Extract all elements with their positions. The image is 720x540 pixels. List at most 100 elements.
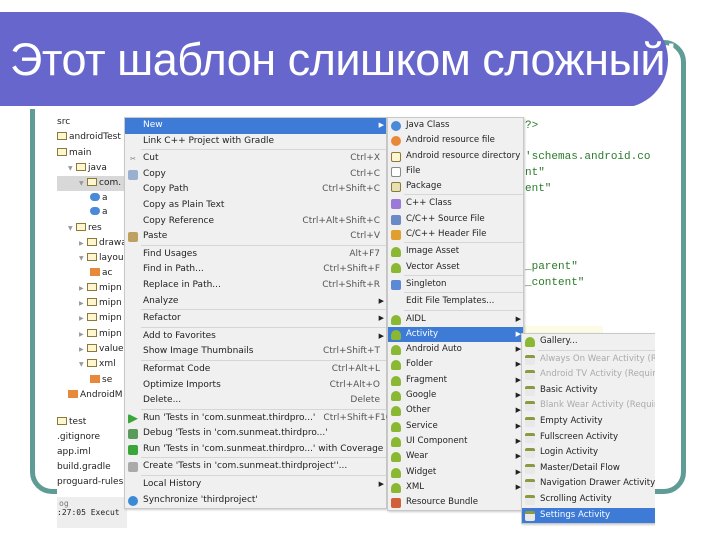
- tree-item[interactable]: ▶ mipn: [57, 281, 127, 296]
- menu-item-ui-component[interactable]: UI Component ▶: [388, 434, 523, 449]
- expand-right-icon[interactable]: ▶: [79, 236, 87, 251]
- menu-item-service[interactable]: Service ▶: [388, 419, 523, 434]
- menu-item-copy-as-plain-text[interactable]: Copy as Plain Text: [125, 198, 386, 214]
- menu-item-navigation-drawer-activity[interactable]: Navigation Drawer Activity: [522, 476, 655, 492]
- menu-item-copy[interactable]: Copy Ctrl+C: [125, 167, 386, 183]
- menu-item-file[interactable]: File: [388, 164, 523, 179]
- menu-item-package[interactable]: Package: [388, 179, 523, 194]
- menu-item-widget[interactable]: Widget ▶: [388, 465, 523, 480]
- tree-item[interactable]: ▼ java: [57, 161, 127, 176]
- tree-item[interactable]: src: [57, 115, 127, 130]
- menu-item-scrolling-activity[interactable]: Scrolling Activity: [522, 492, 655, 508]
- menu-item-basic-activity[interactable]: Basic Activity: [522, 383, 655, 399]
- menu-item-delete[interactable]: Delete... Delete: [125, 393, 386, 409]
- tree-item[interactable]: test: [57, 415, 127, 430]
- menu-item-add-to-favorites[interactable]: Add to Favorites ▶: [125, 329, 386, 345]
- tree-item[interactable]: ac: [57, 266, 127, 281]
- menu-item-debug-tests-in-com-sunmeat-thirdpro[interactable]: Debug 'Tests in 'com.sunmeat.thirdpro...…: [125, 426, 386, 442]
- tree-item[interactable]: a: [57, 205, 127, 220]
- tree-item[interactable]: ▼ xml: [57, 357, 127, 372]
- expand-down-icon[interactable]: ▼: [79, 176, 87, 191]
- menu-item-folder[interactable]: Folder ▶: [388, 357, 523, 372]
- menu-item-replace-in-path[interactable]: Replace in Path... Ctrl+Shift+R: [125, 278, 386, 294]
- tree-item[interactable]: proguard-rules.p: [57, 475, 132, 490]
- menu-item-synchronize-thirdproject[interactable]: Synchronize 'thirdproject': [125, 493, 386, 509]
- menu-item-java-class[interactable]: Java Class: [388, 118, 523, 133]
- expand-right-icon[interactable]: ▶: [79, 281, 87, 296]
- menu-item-activity[interactable]: Activity ▶: [388, 326, 523, 343]
- tree-item[interactable]: ▶ drawa: [57, 236, 127, 251]
- menu-item-show-image-thumbnails[interactable]: Show Image Thumbnails Ctrl+Shift+T: [125, 344, 386, 360]
- tree-item[interactable]: .gitignore: [57, 430, 127, 445]
- expand-down-icon[interactable]: ▼: [79, 357, 87, 372]
- menu-item-fragment[interactable]: Fragment ▶: [388, 373, 523, 388]
- menu-item-google[interactable]: Google ▶: [388, 388, 523, 403]
- menu-item-image-asset[interactable]: Image Asset: [388, 244, 523, 259]
- code-editor[interactable]: ?> 'schemas.android.co nt" ent" _parent" _con…: [523, 112, 655, 334]
- menu-item-android-tv-activity-requires[interactable]: Android TV Activity (Requires: [522, 367, 655, 383]
- menu-item-find-in-path[interactable]: Find in Path... Ctrl+Shift+F: [125, 262, 386, 278]
- menu-item-run-tests-in-com-sunmeat-thirdpro-with-coverage[interactable]: Run 'Tests in 'com.sunmeat.thirdpro...' …: [125, 442, 386, 458]
- menu-item-link-c-project-with-gradle[interactable]: Link C++ Project with Gradle: [125, 134, 386, 150]
- menu-item-android-resource-file[interactable]: Android resource file: [388, 133, 523, 148]
- expand-right-icon[interactable]: ▶: [79, 296, 87, 311]
- menu-item-resource-bundle[interactable]: Resource Bundle: [388, 495, 523, 510]
- menu-item-reformat-code[interactable]: Reformat Code Ctrl+Alt+L: [125, 362, 386, 378]
- menu-item-vector-asset[interactable]: Vector Asset: [388, 260, 523, 275]
- menu-item-login-activity[interactable]: Login Activity: [522, 445, 655, 461]
- menu-item-android-auto[interactable]: Android Auto ▶: [388, 342, 523, 357]
- menu-item-optimize-imports[interactable]: Optimize Imports Ctrl+Alt+O: [125, 378, 386, 394]
- menu-item-xml[interactable]: XML ▶: [388, 480, 523, 495]
- menu-item-settings-activity[interactable]: Settings Activity: [522, 507, 655, 524]
- menu-item-find-usages[interactable]: Find Usages Alt+F7: [125, 247, 386, 263]
- tree-item[interactable]: ▶ value: [57, 342, 127, 357]
- menu-item-local-history[interactable]: Local History ▶: [125, 477, 386, 493]
- menu-item-c-class[interactable]: C++ Class: [388, 196, 523, 211]
- menu-item-gallery[interactable]: Gallery...: [522, 334, 655, 350]
- menu-item-other[interactable]: Other ▶: [388, 403, 523, 418]
- tree-item[interactable]: androidTest: [57, 130, 127, 145]
- tree-item[interactable]: AndroidM: [57, 388, 127, 403]
- expand-down-icon[interactable]: ▼: [68, 221, 76, 236]
- tree-item[interactable]: ▼ res: [57, 221, 127, 236]
- tree-item[interactable]: ▶ mipn: [57, 327, 127, 342]
- menu-item-fullscreen-activity[interactable]: Fullscreen Activity: [522, 430, 655, 446]
- menu-item-singleton[interactable]: Singleton: [388, 277, 523, 292]
- menu-item-create-tests-in-com-sunmeat-thirdproject[interactable]: Create 'Tests in 'com.sunmeat.thirdproje…: [125, 459, 386, 475]
- package-icon: [391, 182, 401, 193]
- menu-item-label: Service: [406, 420, 438, 431]
- tree-item[interactable]: app.iml: [57, 445, 127, 460]
- menu-item-c-c-source-file[interactable]: C/C++ Source File: [388, 212, 523, 227]
- expand-down-icon[interactable]: ▼: [68, 161, 76, 176]
- menu-item-run-tests-in-com-sunmeat-thirdpro[interactable]: Run 'Tests in 'com.sunmeat.thirdpro...' C…: [125, 411, 392, 427]
- menu-item-analyze[interactable]: Analyze ▶: [125, 294, 386, 310]
- tree-item[interactable]: ▶ mipn: [57, 311, 127, 326]
- expand-down-icon[interactable]: ▼: [79, 251, 87, 266]
- menu-item-paste[interactable]: Paste Ctrl+V: [125, 229, 386, 245]
- menu-item-c-c-header-file[interactable]: C/C++ Header File: [388, 227, 523, 242]
- menu-item-label: Android TV Activity (Requires: [540, 369, 655, 380]
- menu-item-new[interactable]: New ▶: [125, 118, 386, 134]
- tree-item[interactable]: ▼ com.: [57, 176, 127, 191]
- menu-item-master-detail-flow[interactable]: Master/Detail Flow: [522, 461, 655, 477]
- menu-item-android-resource-directory[interactable]: Android resource directory: [388, 149, 523, 164]
- menu-item-refactor[interactable]: Refactor ▶: [125, 311, 386, 327]
- menu-item-wear[interactable]: Wear ▶: [388, 449, 523, 464]
- expand-right-icon[interactable]: ▶: [79, 311, 87, 326]
- tree-item[interactable]: a: [57, 191, 127, 206]
- menu-item-always-on-wear-activity-req[interactable]: Always On Wear Activity (Req: [522, 352, 655, 368]
- menu-item-copy-reference[interactable]: Copy Reference Ctrl+Alt+Shift+C: [125, 214, 386, 230]
- tree-item[interactable]: ▶ mipn: [57, 296, 127, 311]
- menu-item-empty-activity[interactable]: Empty Activity: [522, 414, 655, 430]
- expand-right-icon[interactable]: ▶: [79, 327, 87, 342]
- menu-item-blank-wear-activity-requires[interactable]: Blank Wear Activity (Requires: [522, 398, 655, 414]
- expand-right-icon[interactable]: ▶: [79, 342, 87, 357]
- tree-item[interactable]: build.gradle: [57, 460, 127, 475]
- menu-item-cut[interactable]: ✂ Cut Ctrl+X: [125, 151, 386, 167]
- menu-item-aidl[interactable]: AIDL ▶: [388, 312, 523, 327]
- tree-item[interactable]: main: [57, 146, 127, 161]
- menu-item-copy-path[interactable]: Copy Path Ctrl+Shift+C: [125, 182, 386, 198]
- menu-item-edit-file-templates[interactable]: Edit File Templates...: [388, 294, 523, 309]
- tree-item[interactable]: se: [57, 373, 127, 388]
- tree-item[interactable]: ▼ layou: [57, 251, 127, 266]
